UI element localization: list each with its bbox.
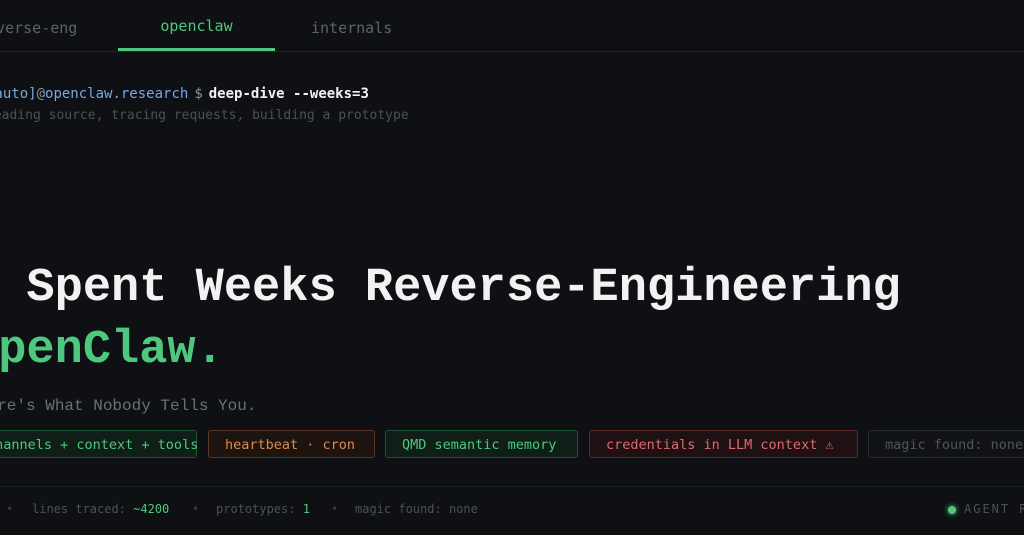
status-magic-value: none [448,502,478,516]
chip-qmd-semantic-memory: QMD semantic memory [385,430,578,458]
headline-line-2: OpenClaw. [0,324,224,377]
status-lines-label: lines traced: [32,502,126,516]
status-separator: • [331,502,339,516]
status-prototypes-value: 1 [302,502,310,516]
status-prototypes: prototypes: 1 [216,502,310,516]
prompt-user: [auto] [0,86,37,102]
chip-channels-context-tools: channels + context + tools [0,430,198,458]
status-separator: • [192,502,200,516]
chip-heartbeat-cron: heartbeat · cron [208,430,375,458]
tab-internals[interactable]: internals [311,0,392,51]
status-lines-traced: lines traced: ~4200 [32,502,169,516]
headline-line-1: I Spent Weeks Reverse-Engineering [0,262,901,315]
tab-openclaw[interactable]: openclaw [118,0,275,51]
tab-reverse-eng[interactable]: reverse-eng [0,0,77,51]
status-prototypes-label: prototypes: [216,502,296,516]
status-magic-found: magic found: none [355,502,478,516]
status-bar: • lines traced: ~4200 • prototypes: 1 • … [0,486,1024,535]
prompt-host: openclaw.research [45,86,189,102]
prompt-at: @ [36,86,46,102]
agent-status-label: AGENT R [964,502,1024,516]
terminal-prompt: [auto]@openclaw.research $ deep-dive --wee… [0,86,369,102]
status-magic-label: magic found: [355,502,442,516]
tab-bar: reverse-eng openclaw internals [0,0,1024,52]
agent-status-dot-icon [948,506,956,514]
chip-magic-found: magic found: none [868,430,1024,458]
headline: I Spent Weeks Reverse-Engineering OpenCl… [0,258,901,382]
prompt-dollar: $ [194,86,203,102]
prompt-command: deep-dive --weeks=3 [208,86,369,102]
page: reverse-eng openclaw internals [auto]@op… [0,0,1024,535]
tagline: Here's What Nobody Tells You. [0,397,257,415]
status-lines-value: ~4200 [133,502,170,516]
chip-credentials-warning: credentials in LLM context ⚠ [589,430,858,458]
status-separator: • [6,502,14,516]
command-description: reading source, tracing requests, buildi… [0,108,409,123]
